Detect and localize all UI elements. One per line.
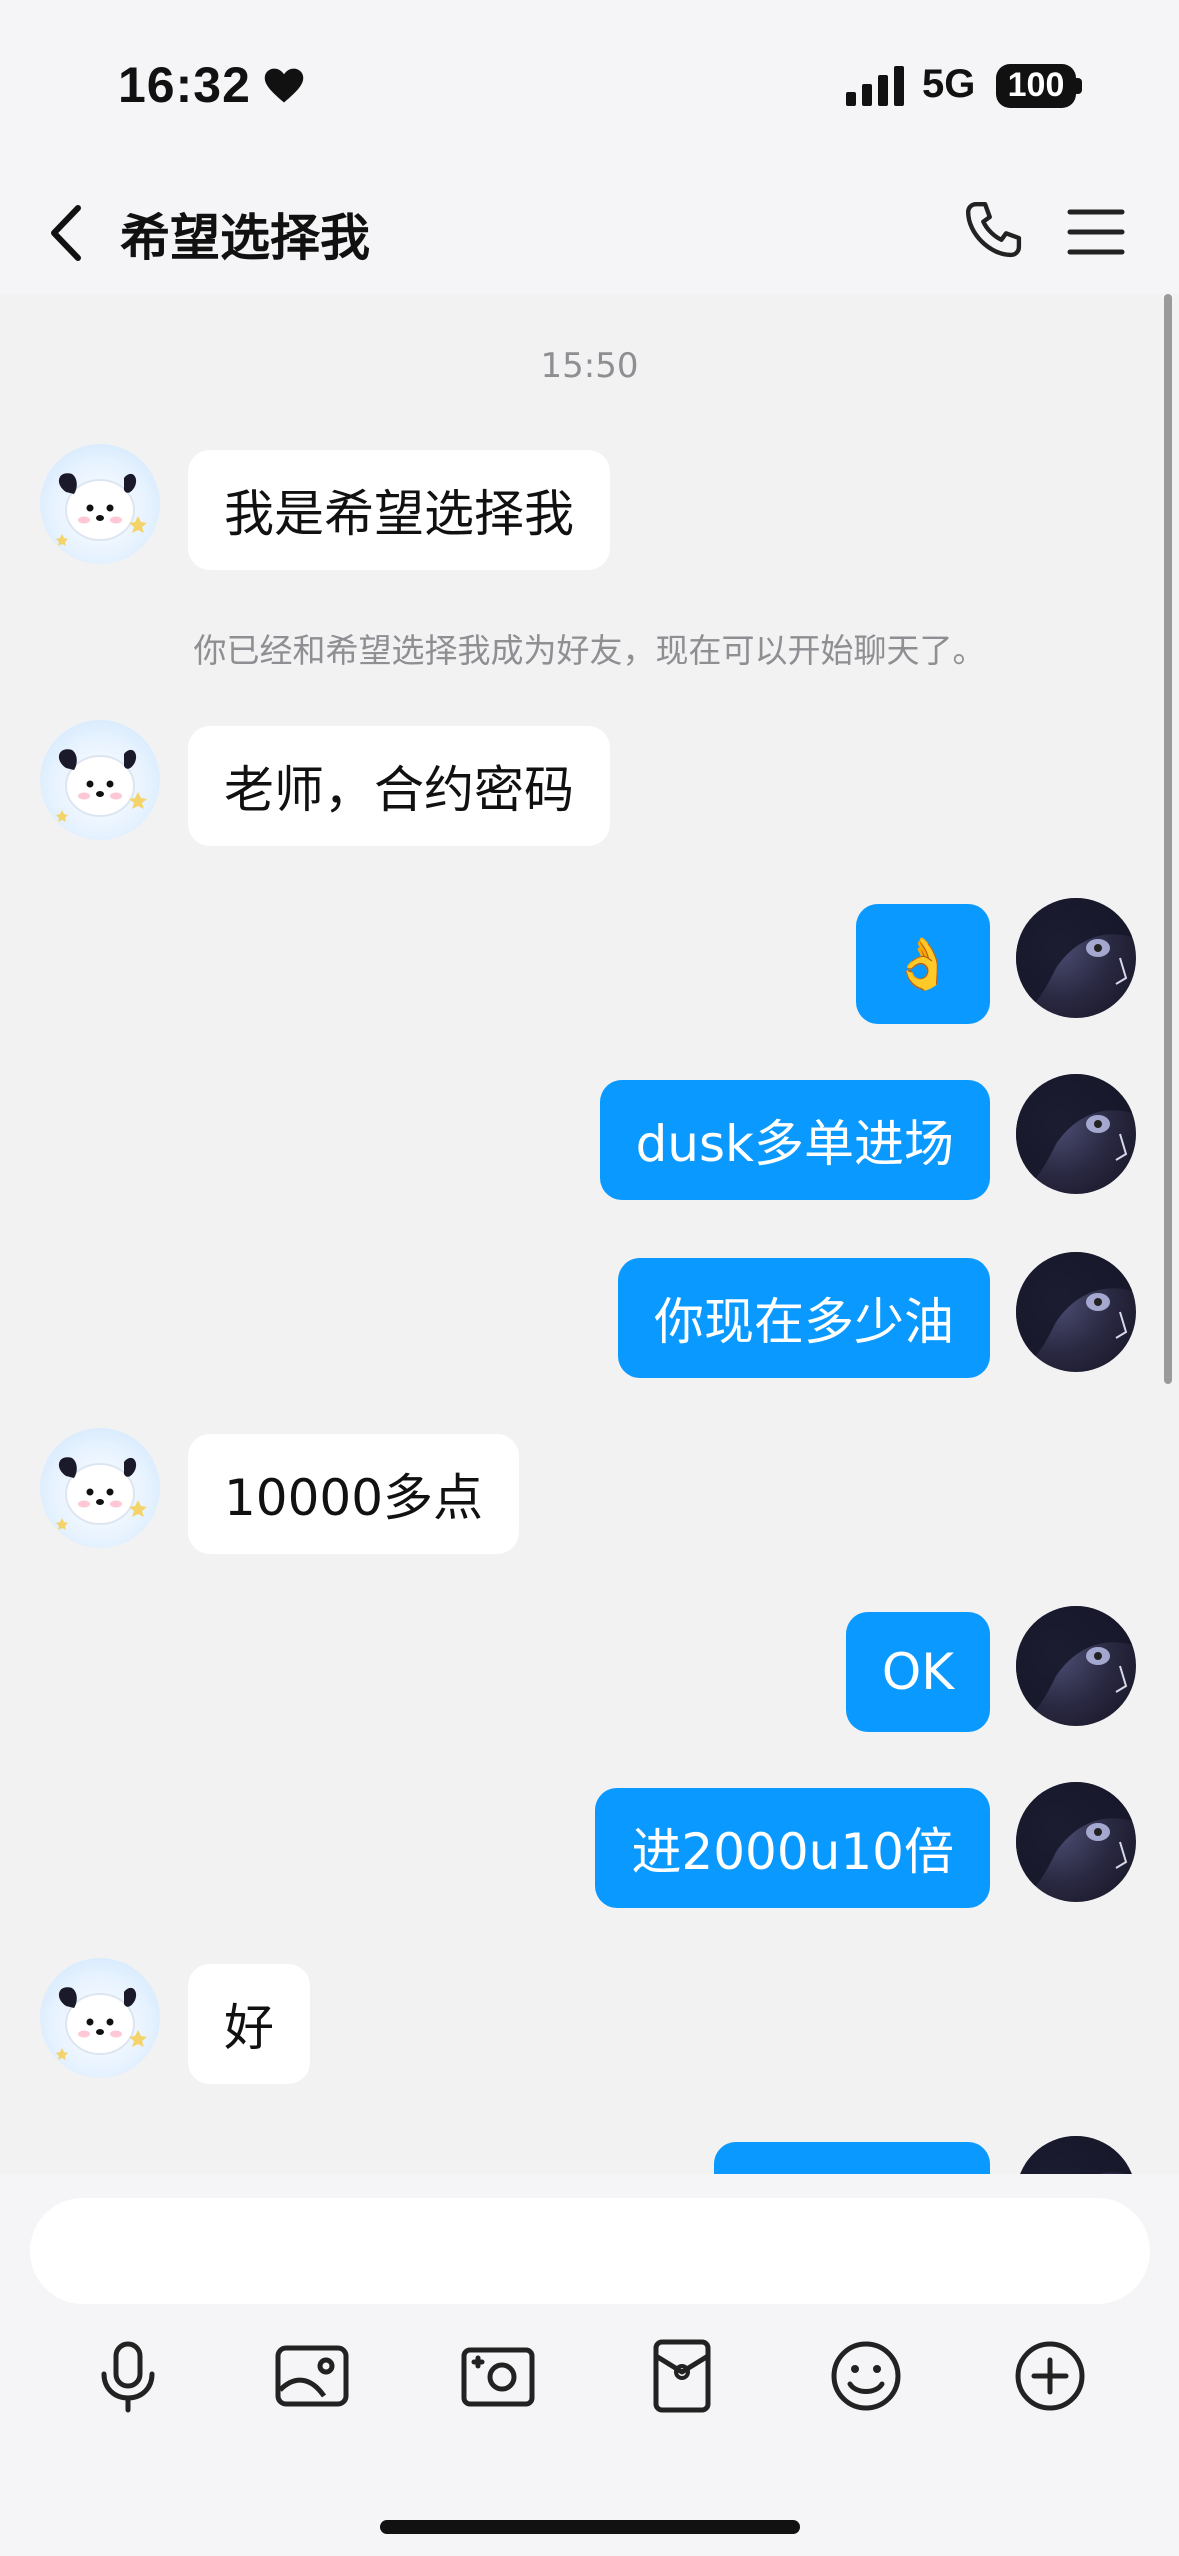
dog-avatar-icon <box>56 749 147 822</box>
user-avatar[interactable] <box>1016 1782 1136 1902</box>
message-text: 你现在多少油 <box>654 1293 954 1351</box>
battery-icon: 100 <box>996 64 1082 108</box>
camera-icon[interactable] <box>458 2336 538 2416</box>
user-avatar[interactable] <box>1016 1074 1136 1194</box>
user-avatar[interactable] <box>1016 1252 1136 1372</box>
message-text: 老师，合约密码 <box>224 761 574 819</box>
message-text: 好 <box>224 1999 274 2057</box>
message-bubble[interactable]: 我是希望选择我 <box>188 450 610 570</box>
back-arrow-icon[interactable] <box>40 200 94 266</box>
nav-bar: 希望选择我 <box>0 170 1179 294</box>
message-text: 进2000u10倍 <box>631 1823 954 1881</box>
scrollbar[interactable] <box>1164 294 1172 1384</box>
plus-icon[interactable] <box>1010 2336 1090 2416</box>
anime-avatar-icon <box>1016 1252 1136 1372</box>
dog-avatar-icon <box>56 473 147 546</box>
message-text: 👌 <box>891 934 954 993</box>
dog-avatar-icon <box>56 1987 147 2060</box>
chat-timestamp: 15:50 <box>540 346 639 386</box>
anime-avatar-icon <box>1016 898 1136 1018</box>
anime-avatar-icon <box>1016 2136 1136 2174</box>
system-notice: 你已经和希望选择我成为好友，现在可以开始聊天了。 <box>193 631 986 670</box>
status-time: 16:32 <box>118 57 251 113</box>
user-avatar[interactable] <box>1016 1606 1136 1726</box>
home-indicator[interactable] <box>380 2520 800 2534</box>
network-type: 5G <box>922 62 976 106</box>
input-area <box>0 2174 1179 2556</box>
message-bubble[interactable]: 10000多点 <box>188 1434 520 1554</box>
message-text: 我是希望选择我 <box>224 485 574 543</box>
contact-avatar[interactable] <box>40 444 160 564</box>
message-text: OK <box>881 1643 954 1701</box>
phone-icon[interactable] <box>960 196 1030 266</box>
message-bubble[interactable]: 好 <box>188 1964 310 2084</box>
anime-avatar-icon <box>1016 1782 1136 1902</box>
contact-avatar[interactable] <box>40 1428 160 1548</box>
chat-title: 希望选择我 <box>120 209 370 267</box>
message-bubble[interactable]: OK <box>845 1612 990 1732</box>
image-icon[interactable] <box>272 2336 352 2416</box>
message-bubble[interactable]: 进2000u10倍 <box>595 1788 990 1908</box>
battery-level: 100 <box>1007 66 1065 104</box>
anime-avatar-icon <box>1016 1606 1136 1726</box>
anime-avatar-icon <box>1016 1074 1136 1194</box>
message-bubble[interactable]: dusk多单进场 <box>599 1080 990 1200</box>
heart-icon <box>264 68 304 103</box>
signal-icon <box>846 66 904 106</box>
message-bubble-partial[interactable] <box>714 2142 990 2174</box>
message-bubble[interactable]: 老师，合约密码 <box>188 726 610 846</box>
contact-avatar[interactable] <box>40 720 160 840</box>
message-text: dusk多单进场 <box>635 1115 954 1173</box>
message-bubble[interactable]: 👌 <box>855 904 990 1024</box>
contact-avatar[interactable] <box>40 1958 160 2078</box>
chat-area[interactable]: 15:50 我是希望选择我 你已经和希望选择我成为好友，现在可以开始聊天了。 老… <box>0 294 1179 2174</box>
user-avatar[interactable] <box>1016 2136 1136 2174</box>
menu-icon[interactable] <box>1064 200 1128 264</box>
status-bar: 16:32 5G 100 <box>0 0 1179 170</box>
user-avatar[interactable] <box>1016 898 1136 1018</box>
microphone-icon[interactable] <box>88 2336 168 2416</box>
red-packet-icon[interactable] <box>642 2336 722 2416</box>
message-input[interactable] <box>30 2198 1150 2304</box>
message-bubble[interactable]: 你现在多少油 <box>618 1258 990 1378</box>
emoji-icon[interactable] <box>826 2336 906 2416</box>
dog-avatar-icon <box>56 1457 147 1530</box>
message-text: 10000多点 <box>224 1469 484 1527</box>
